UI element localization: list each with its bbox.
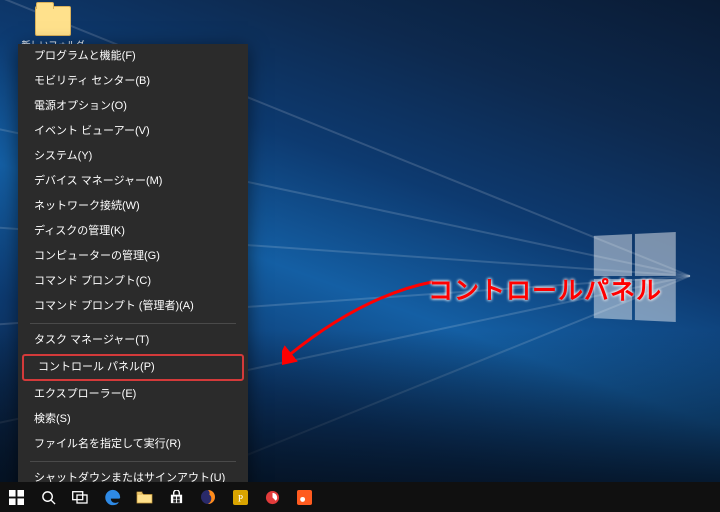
svg-text:P: P: [237, 494, 242, 504]
search-button[interactable]: [32, 482, 64, 512]
winx-item[interactable]: ネットワーク接続(W): [18, 194, 248, 219]
file-explorer-button[interactable]: [128, 482, 160, 512]
edge-button[interactable]: [96, 482, 128, 512]
store-button[interactable]: [160, 482, 192, 512]
winx-item[interactable]: イベント ビューアー(V): [18, 119, 248, 144]
winx-item[interactable]: 検索(S): [18, 407, 248, 432]
app-orange-button[interactable]: [288, 482, 320, 512]
winx-item[interactable]: エクスプローラー(E): [18, 382, 248, 407]
app-red-button[interactable]: [256, 482, 288, 512]
winx-item[interactable]: デバイス マネージャー(M): [18, 169, 248, 194]
start-button[interactable]: [0, 482, 32, 512]
winx-item[interactable]: コマンド プロンプト(C): [18, 269, 248, 294]
taskview-button[interactable]: [64, 482, 96, 512]
winx-item[interactable]: プログラムと機能(F): [18, 44, 248, 69]
app-yellow-button[interactable]: P: [224, 482, 256, 512]
winx-item[interactable]: タスク マネージャー(T): [18, 328, 248, 353]
winx-item[interactable]: コマンド プロンプト (管理者)(A): [18, 294, 248, 319]
winx-item[interactable]: コントロール パネル(P): [22, 354, 244, 381]
winx-menu[interactable]: プログラムと機能(F)モビリティ センター(B)電源オプション(O)イベント ビ…: [18, 44, 248, 512]
taskbar: P: [0, 482, 720, 512]
menu-separator: [30, 461, 236, 462]
winx-item[interactable]: モビリティ センター(B): [18, 69, 248, 94]
desktop: 新しいフォルダー プログラムと機能(F)モビリティ センター(B)電源オプション…: [0, 0, 720, 512]
menu-separator: [30, 323, 236, 324]
firefox-button[interactable]: [192, 482, 224, 512]
annotation-text: コントロールパネル: [428, 271, 662, 307]
winx-item[interactable]: システム(Y): [18, 144, 248, 169]
winx-item[interactable]: ディスクの管理(K): [18, 219, 248, 244]
winx-item[interactable]: 電源オプション(O): [18, 94, 248, 119]
folder-icon: [35, 6, 71, 36]
winx-item[interactable]: ファイル名を指定して実行(R): [18, 432, 248, 457]
winx-item[interactable]: コンピューターの管理(G): [18, 244, 248, 269]
